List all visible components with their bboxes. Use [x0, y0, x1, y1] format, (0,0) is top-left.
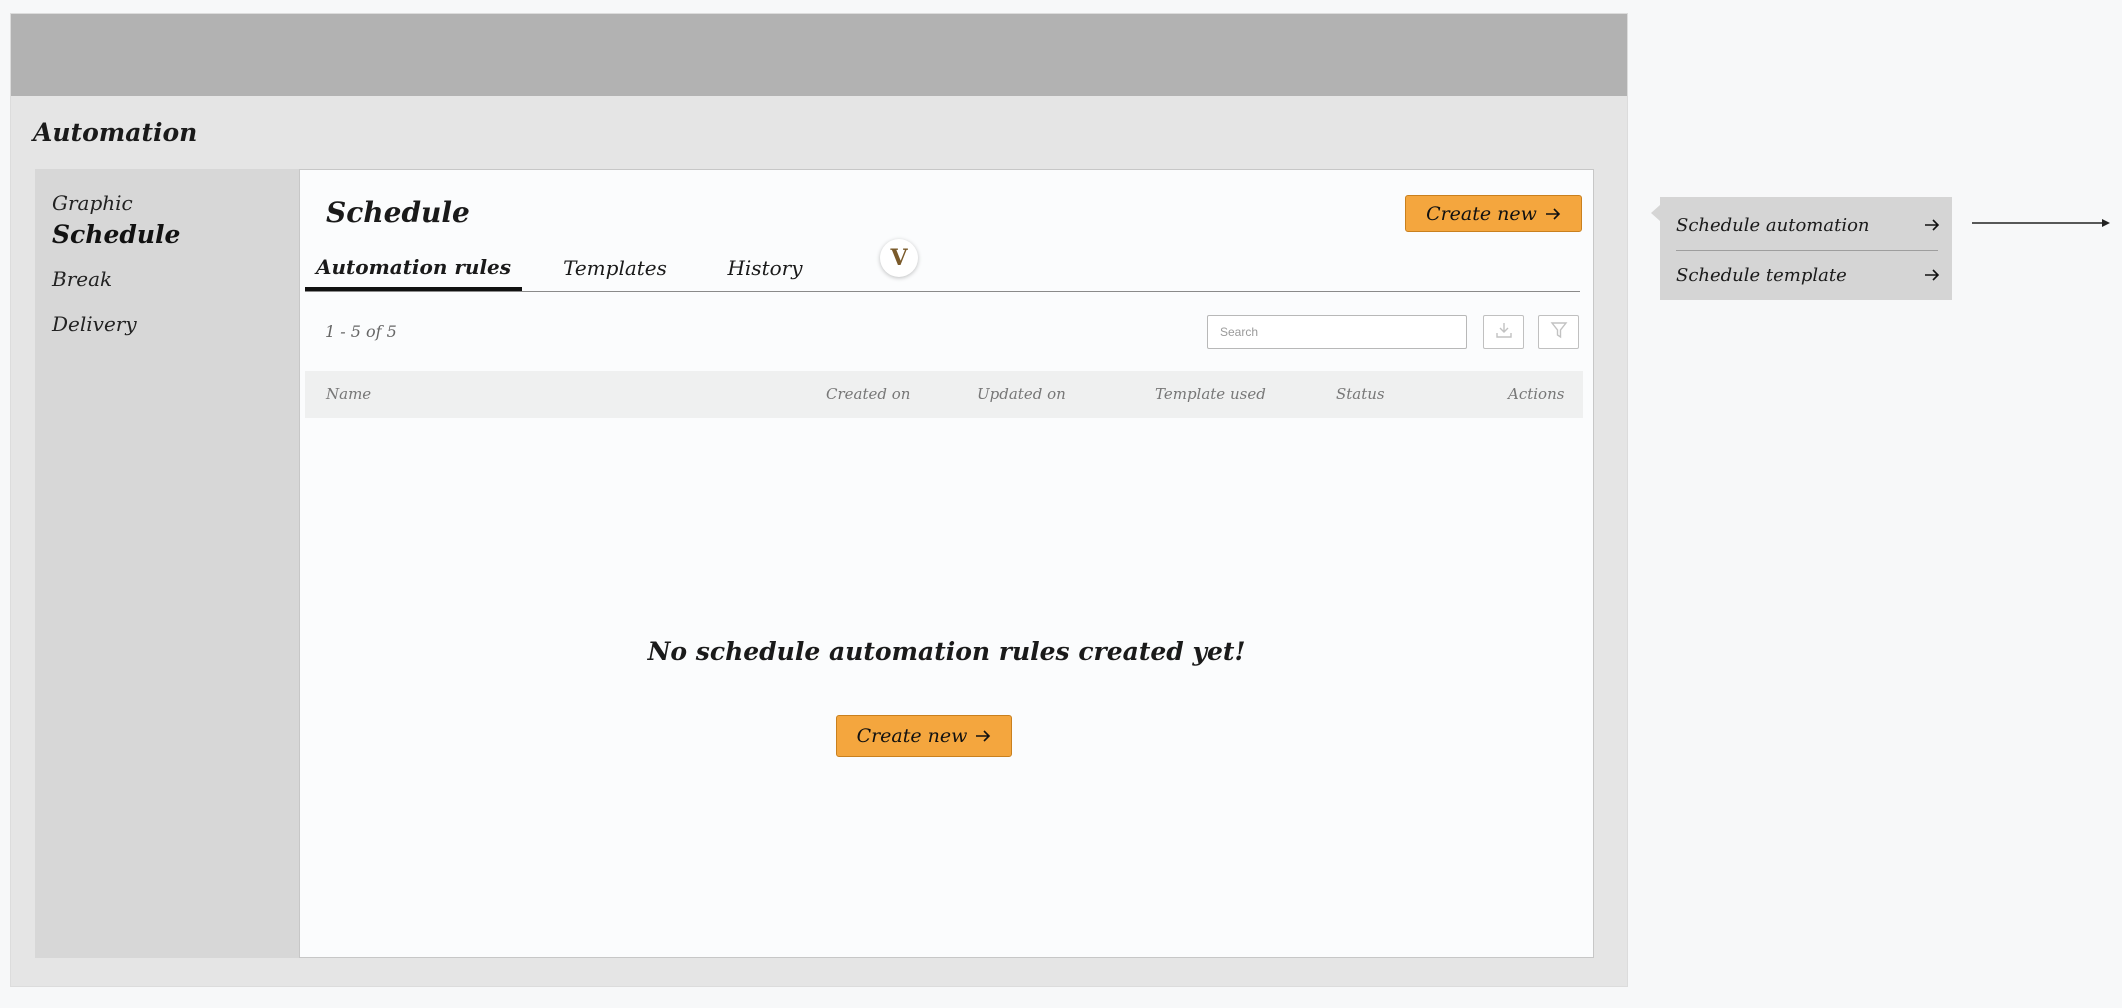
download-icon: [1495, 321, 1513, 343]
sidebar-item-schedule[interactable]: Schedule: [52, 220, 180, 249]
sidebar: Graphic Schedule Break Delivery: [35, 169, 300, 958]
filter-button[interactable]: [1538, 315, 1579, 349]
tab-badge[interactable]: V: [880, 239, 918, 277]
page-title: Schedule: [326, 196, 470, 229]
tab-automation-rules[interactable]: Automation rules: [305, 247, 522, 291]
dropdown-item-schedule-automation[interactable]: Schedule automation: [1676, 201, 1940, 249]
create-new-button[interactable]: Create new: [1405, 195, 1582, 232]
empty-state-message: No schedule automation rules created yet…: [647, 637, 1246, 666]
create-new-label: Create new: [1426, 202, 1537, 225]
arrow-right-icon: [1972, 215, 2112, 234]
result-count: 1 - 5 of 5: [325, 322, 397, 341]
arrow-right-icon: [1924, 265, 1940, 286]
empty-create-new-label: Create new: [856, 725, 968, 747]
dropdown-item-label: Schedule template: [1676, 264, 1847, 286]
table-header: Name Created on Updated on Template used…: [305, 371, 1583, 418]
tab-bar: Automation rules Templates History: [305, 247, 1580, 292]
dropdown-caret: [1651, 205, 1660, 221]
dropdown-item-schedule-template[interactable]: Schedule template: [1676, 251, 1940, 299]
app-title: Automation: [33, 118, 198, 147]
sidebar-item-graphic[interactable]: Graphic: [52, 191, 133, 215]
column-header-name[interactable]: Name: [326, 385, 371, 403]
tab-history[interactable]: History: [705, 247, 825, 289]
arrow-right-icon: [1545, 203, 1561, 225]
arrow-right-icon: [975, 725, 991, 747]
tab-templates[interactable]: Templates: [545, 247, 685, 289]
column-header-status[interactable]: Status: [1336, 385, 1385, 403]
column-header-actions: Actions: [1508, 385, 1565, 403]
download-button[interactable]: [1483, 315, 1524, 349]
column-header-template-used[interactable]: Template used: [1155, 385, 1266, 403]
dropdown-item-label: Schedule automation: [1676, 214, 1870, 236]
create-new-dropdown: Schedule automation Schedule template: [1651, 197, 1952, 300]
search-input[interactable]: [1207, 315, 1467, 349]
app-frame: Automation Graphic Schedule Break Delive…: [11, 14, 1627, 986]
empty-create-new-button[interactable]: Create new: [836, 715, 1012, 757]
arrow-right-icon: [1924, 215, 1940, 236]
column-header-updated-on[interactable]: Updated on: [977, 385, 1066, 403]
sidebar-item-delivery[interactable]: Delivery: [52, 312, 137, 336]
sidebar-item-break[interactable]: Break: [52, 267, 112, 291]
filter-icon: [1550, 321, 1568, 343]
top-bar: [11, 14, 1627, 96]
main-panel: Schedule Create new Automation rules Tem…: [299, 169, 1594, 958]
column-header-created-on[interactable]: Created on: [826, 385, 910, 403]
